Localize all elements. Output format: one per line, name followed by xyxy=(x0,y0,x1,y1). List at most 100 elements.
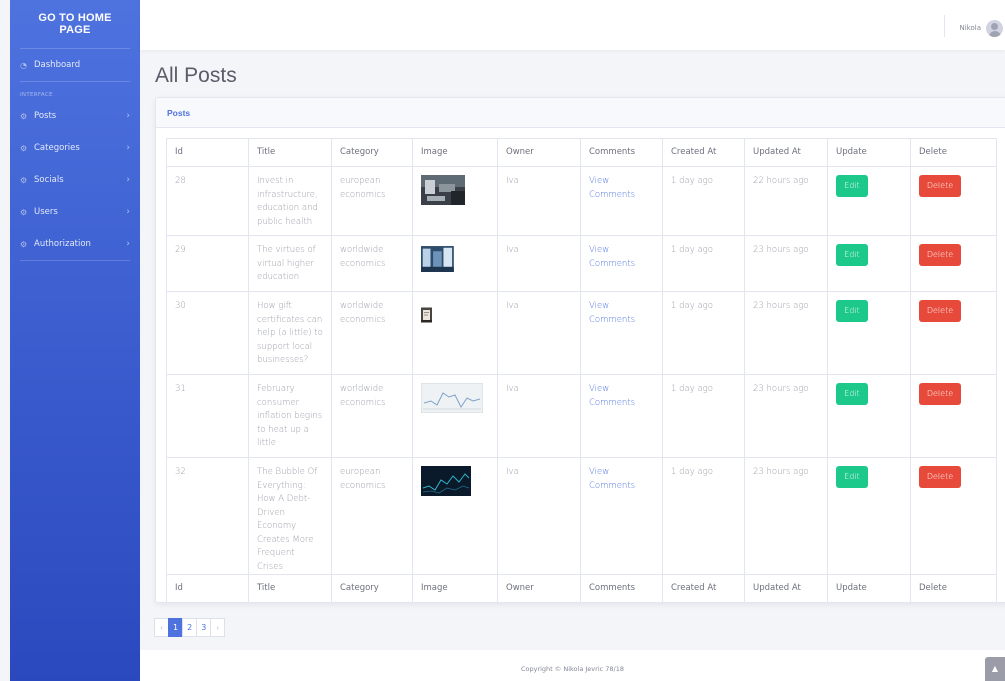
edit-button[interactable]: Edit xyxy=(836,244,868,266)
edit-button[interactable]: Edit xyxy=(836,300,868,322)
gear-icon: ⚙ xyxy=(20,175,28,185)
delete-button[interactable]: Delete xyxy=(919,383,961,405)
cell-updated-at: 23 hours ago xyxy=(744,374,828,458)
pagination-prev[interactable]: ‹ xyxy=(154,618,169,637)
copyright-text: Copyright © Nikola Jevric 78/18 xyxy=(520,665,625,673)
column-header-comments: Comments xyxy=(580,138,663,167)
cell-delete: Delete xyxy=(910,235,997,292)
avatar-head xyxy=(991,23,998,30)
cell-owner: Iva xyxy=(497,166,581,236)
card-header: Posts xyxy=(156,98,1005,128)
edit-button[interactable]: Edit xyxy=(836,383,868,405)
view-comments-link[interactable]: View Comments xyxy=(580,374,663,458)
cell-update: Edit xyxy=(827,235,911,292)
card-title: Posts xyxy=(167,107,191,118)
delete-button[interactable]: Delete xyxy=(919,244,961,266)
cell-owner: Iva xyxy=(497,235,581,292)
cell-update: Edit xyxy=(827,291,911,375)
cell-owner: Iva xyxy=(497,374,581,458)
column-header-updated-at: Updated At xyxy=(744,138,828,167)
cell-image xyxy=(412,291,498,375)
sidebar-divider xyxy=(20,260,130,261)
delete-button[interactable]: Delete xyxy=(919,300,961,322)
posts-table: Id Title Category Image Owner Comments C… xyxy=(166,138,997,603)
cell-title: The virtues of virtual higher education xyxy=(248,235,332,292)
table-row: 28 Invest in infrastructure, education a… xyxy=(166,166,997,236)
sidebar-item-authorization[interactable]: ⚙ Authorization › xyxy=(10,228,140,260)
page-title: All Posts xyxy=(155,64,237,87)
go-to-home-link[interactable]: GO TO HOME PAGE xyxy=(10,0,140,48)
pagination-page-2[interactable]: 2 xyxy=(182,618,198,637)
sidebar-item-label: Categories xyxy=(34,143,80,153)
delete-button[interactable]: Delete xyxy=(919,466,961,488)
cell-image xyxy=(412,235,498,292)
column-header-update: Update xyxy=(827,138,911,167)
cell-title: The Bubble Of Everything: How A Debt-Dri… xyxy=(248,457,332,575)
column-footer-created-at: Created At xyxy=(662,574,745,603)
cell-created-at: 1 day ago xyxy=(662,457,745,575)
pagination-page-1[interactable]: 1 xyxy=(168,618,184,637)
edit-button[interactable]: Edit xyxy=(836,175,868,197)
cell-id: 32 xyxy=(166,457,249,575)
posts-card: Posts Id Title Category Image Owner Comm… xyxy=(155,97,1005,603)
gear-icon: ⚙ xyxy=(20,111,28,121)
column-footer-updated-at: Updated At xyxy=(744,574,828,603)
dashboard-icon: ◔ xyxy=(20,60,27,70)
cell-image xyxy=(412,374,498,458)
cell-category: european economics xyxy=(331,166,413,236)
view-comments-link[interactable]: View Comments xyxy=(580,291,663,375)
sidebar-item-label: Users xyxy=(34,207,58,217)
sidebar-item-categories[interactable]: ⚙ Categories › xyxy=(10,132,140,164)
chevron-right-icon: › xyxy=(126,143,130,153)
column-footer-category: Category xyxy=(331,574,413,603)
column-header-delete: Delete xyxy=(910,138,997,167)
column-footer-delete: Delete xyxy=(910,574,997,603)
sidebar-item-posts[interactable]: ⚙ Posts › xyxy=(10,100,140,132)
pagination-next[interactable]: › xyxy=(210,618,226,637)
column-footer-id: Id xyxy=(166,574,249,603)
cell-delete: Delete xyxy=(910,374,997,458)
cell-title: Invest in infrastructure, education and … xyxy=(248,166,332,236)
user-avatar-icon[interactable] xyxy=(986,20,1003,37)
table-row: 32 The Bubble Of Everything: How A Debt-… xyxy=(166,457,997,575)
sidebar-item-dashboard[interactable]: ◔ Dashboard xyxy=(10,49,140,81)
cell-delete: Delete xyxy=(910,166,997,236)
footer: Copyright © Nikola Jevric 78/18 xyxy=(140,650,1005,681)
column-header-id: Id xyxy=(166,138,249,167)
sidebar-item-label: Posts xyxy=(34,111,57,121)
sidebar-item-socials[interactable]: ⚙ Socials › xyxy=(10,164,140,196)
scroll-to-top-button[interactable]: ▲ xyxy=(985,657,1005,681)
column-header-image: Image xyxy=(412,138,498,167)
column-header-title: Title xyxy=(248,138,332,167)
chevron-right-icon: › xyxy=(126,207,130,217)
cell-title: How gift certificates can help (a little… xyxy=(248,291,332,375)
cell-owner: Iva xyxy=(497,457,581,575)
column-footer-title: Title xyxy=(248,574,332,603)
cell-delete: Delete xyxy=(910,457,997,575)
cell-created-at: 1 day ago xyxy=(662,291,745,375)
post-thumbnail-image xyxy=(421,466,471,496)
cell-updated-at: 23 hours ago xyxy=(744,457,828,575)
cell-updated-at: 23 hours ago xyxy=(744,291,828,375)
pagination-page-3[interactable]: 3 xyxy=(196,618,212,637)
view-comments-link[interactable]: View Comments xyxy=(580,166,663,236)
cell-title: February consumer inflation begins to he… xyxy=(248,374,332,458)
chevron-right-icon: › xyxy=(126,175,130,185)
avatar-torso xyxy=(988,31,1001,37)
table-header-row: Id Title Category Image Owner Comments C… xyxy=(166,138,997,167)
sidebar-item-users[interactable]: ⚙ Users › xyxy=(10,196,140,228)
cell-update: Edit xyxy=(827,166,911,236)
delete-button[interactable]: Delete xyxy=(919,175,961,197)
cell-created-at: 1 day ago xyxy=(662,166,745,236)
user-name[interactable]: Nikola xyxy=(959,24,981,32)
cell-delete: Delete xyxy=(910,291,997,375)
sidebar-item-label: Socials xyxy=(34,175,64,185)
cell-update: Edit xyxy=(827,457,911,575)
cell-created-at: 1 day ago xyxy=(662,235,745,292)
view-comments-link[interactable]: View Comments xyxy=(580,235,663,292)
column-footer-update: Update xyxy=(827,574,911,603)
edit-button[interactable]: Edit xyxy=(836,466,868,488)
post-thumbnail-image xyxy=(421,307,432,323)
sidebar-heading: INTERFACE xyxy=(20,92,53,98)
view-comments-link[interactable]: View Comments xyxy=(580,457,663,575)
